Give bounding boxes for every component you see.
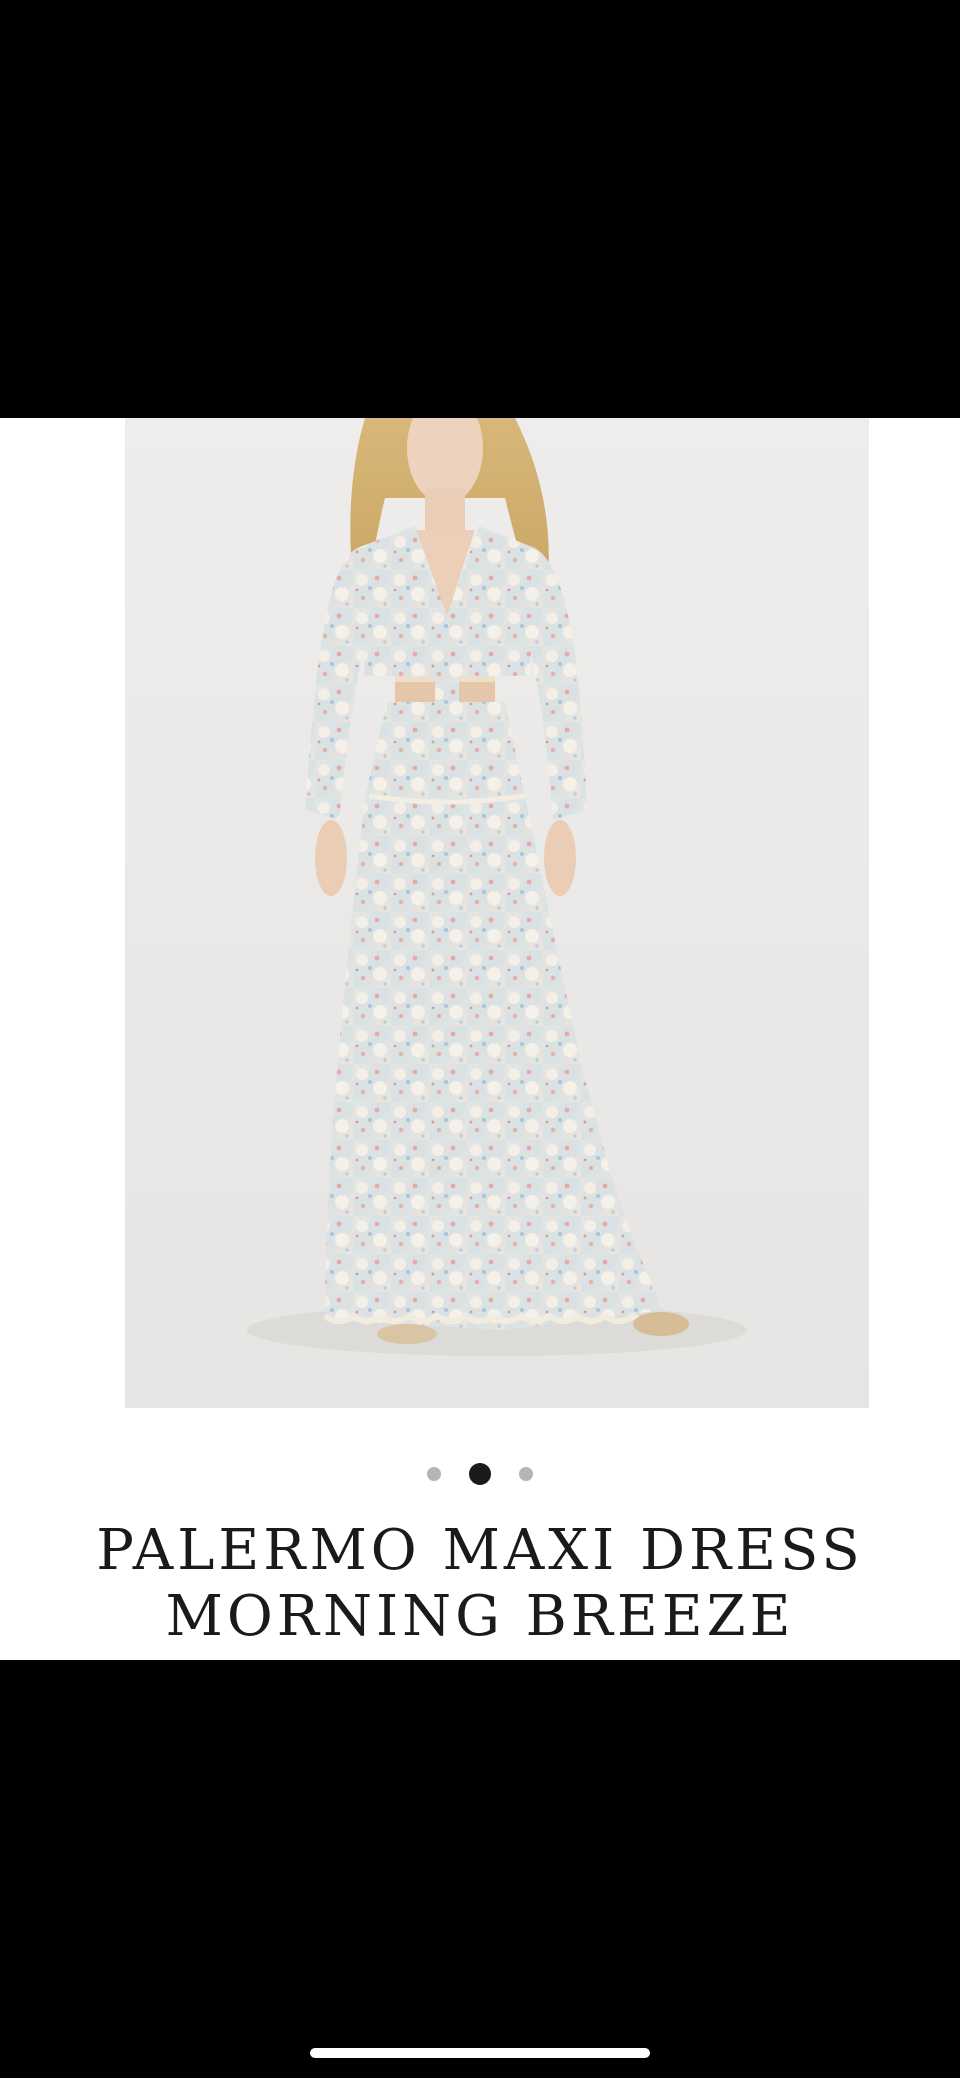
gallery-dot-3[interactable] xyxy=(519,1467,533,1481)
screen: PALERMO MAXI DRESS MORNING BREEZE xyxy=(0,0,960,2078)
product-title: PALERMO MAXI DRESS MORNING BREEZE xyxy=(0,1518,960,1650)
gallery-dot-1[interactable] xyxy=(427,1467,441,1481)
bottom-letterbox xyxy=(0,1660,960,2078)
home-indicator[interactable] xyxy=(310,2048,650,2058)
gallery-dot-2-active[interactable] xyxy=(469,1463,491,1485)
dress-illustration xyxy=(125,418,869,1408)
product-page: PALERMO MAXI DRESS MORNING BREEZE xyxy=(0,418,960,1660)
product-image[interactable] xyxy=(125,418,869,1408)
gallery-pagination xyxy=(0,1456,960,1492)
product-title-line-2: MORNING BREEZE xyxy=(165,1584,795,1649)
product-title-line-1: PALERMO MAXI DRESS xyxy=(96,1518,864,1583)
top-letterbox xyxy=(0,0,960,418)
